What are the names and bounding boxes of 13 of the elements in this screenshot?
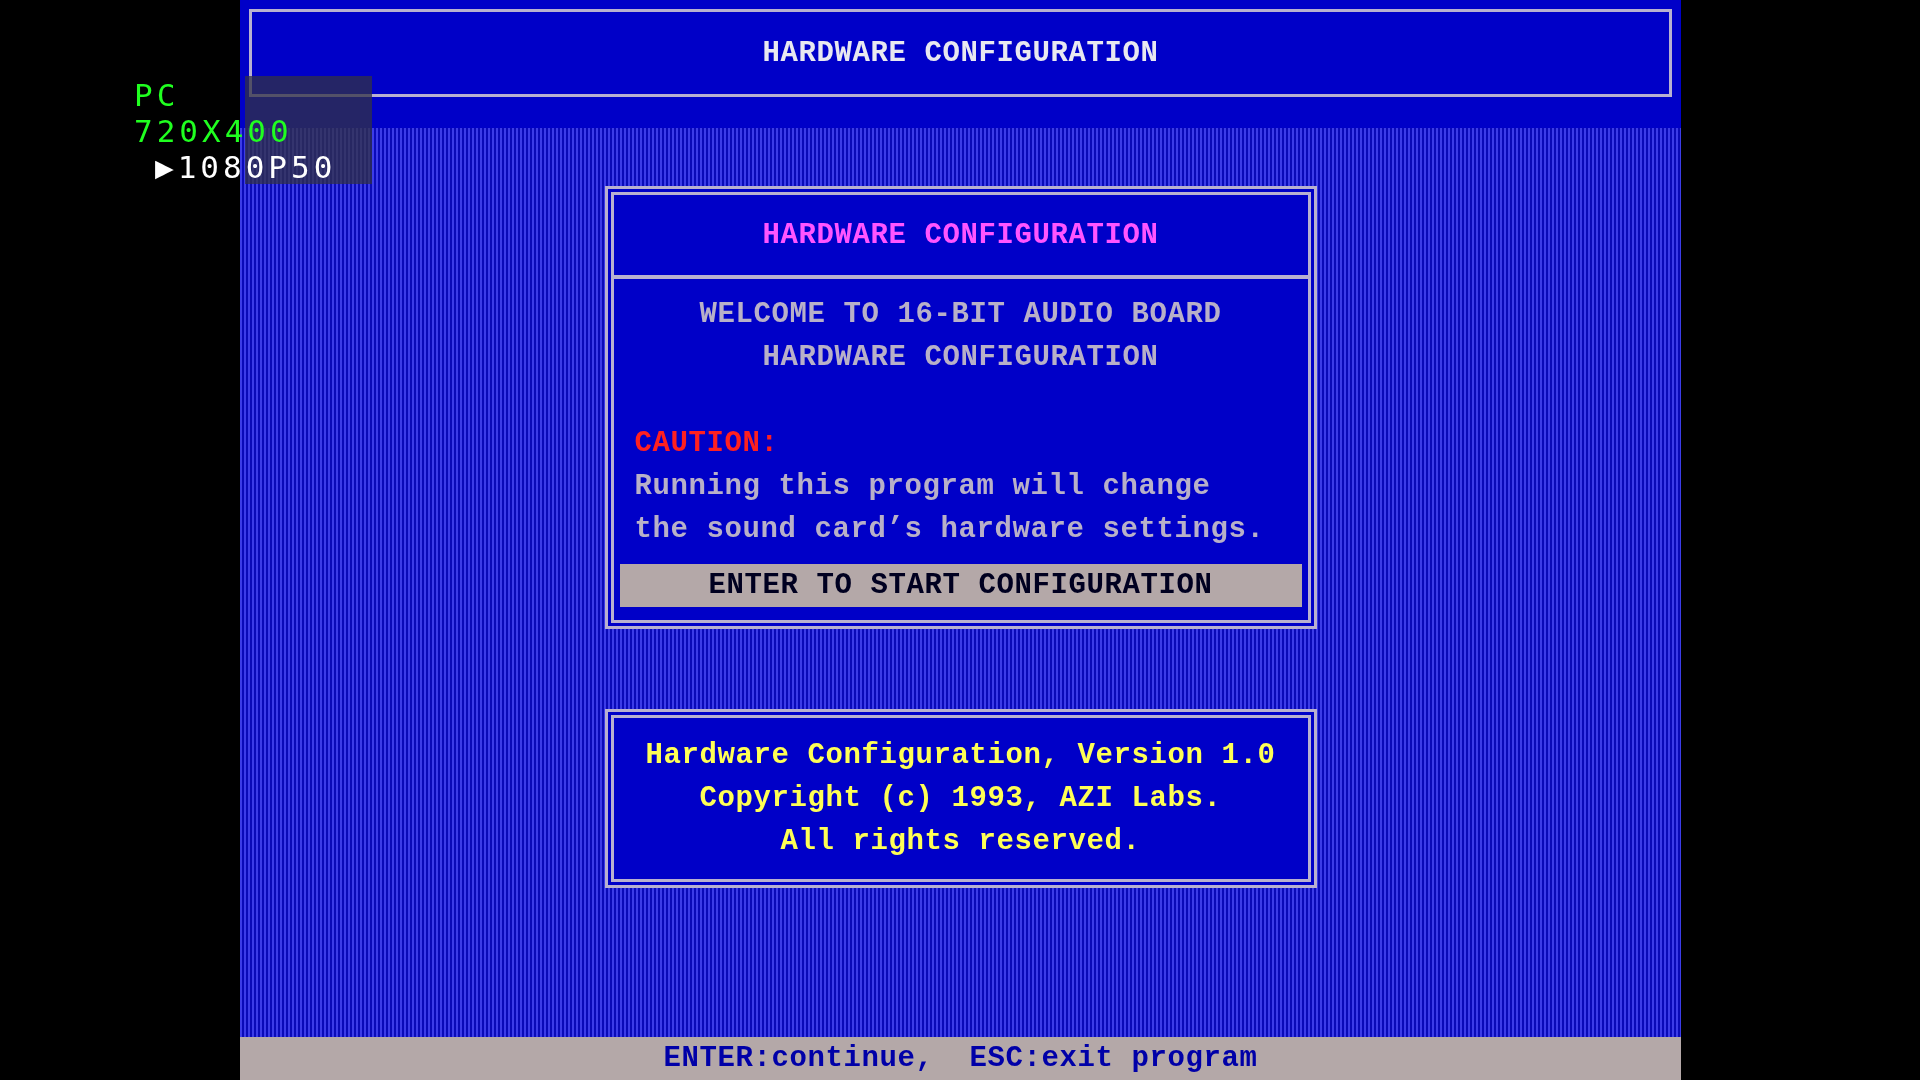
- about-text: Copyright (c) 1993, AZI Labs.: [699, 782, 1222, 815]
- caution-label: CAUTION:: [634, 427, 779, 460]
- osd-text: PC: [134, 77, 180, 113]
- welcome-text: WELCOME TO 16-BIT AUDIO BOARD: [699, 298, 1222, 331]
- status-text: ENTER:continue, ESC:exit program: [663, 1042, 1258, 1075]
- welcome-text: HARDWARE CONFIGURATION: [762, 341, 1159, 374]
- window-title: HARDWARE CONFIGURATION: [762, 36, 1159, 70]
- caution-text: Running this program will change: [634, 470, 1211, 503]
- about-text: Hardware Configuration, Version 1.0: [645, 739, 1276, 772]
- dialog-title: HARDWARE CONFIGURATION: [762, 218, 1159, 252]
- caution-text: the sound card’s hardware settings.: [634, 513, 1265, 546]
- start-button[interactable]: ENTER TO START CONFIGURATION: [619, 564, 1302, 607]
- about-text: All rights reserved.: [780, 825, 1141, 858]
